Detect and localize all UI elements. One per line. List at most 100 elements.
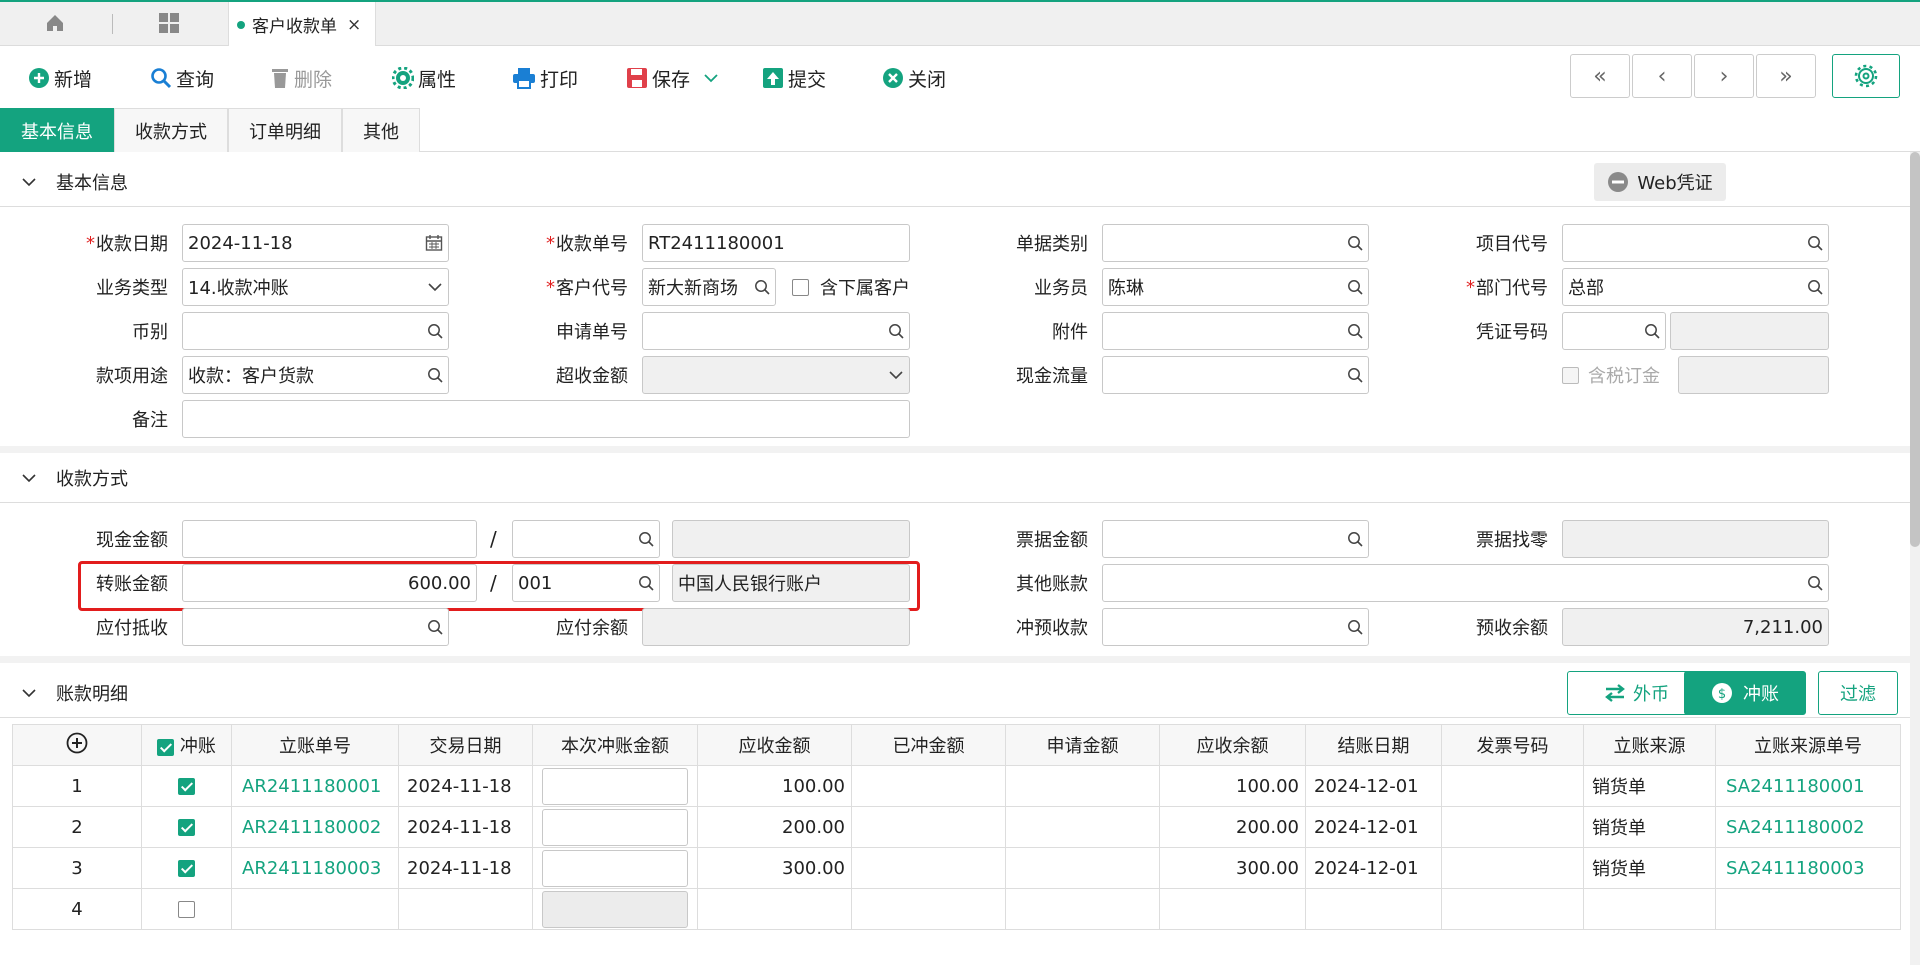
search-icon[interactable] (888, 323, 904, 339)
payment-section-header[interactable]: 收款方式 (0, 453, 1910, 503)
submit-button[interactable]: 提交 (762, 64, 826, 92)
payable-offset-field[interactable] (182, 608, 449, 646)
tab-order-detail[interactable]: 订单明细 (228, 108, 342, 152)
row-offset-checkbox[interactable] (178, 860, 195, 877)
last-record-button[interactable]: » (1756, 54, 1816, 98)
currency-field[interactable] (182, 312, 449, 350)
row-offset-checkbox[interactable] (178, 819, 195, 836)
dept-field[interactable]: 总部 (1562, 268, 1829, 306)
next-record-button[interactable]: › (1694, 54, 1754, 98)
row-offset-cell[interactable] (141, 765, 232, 807)
cash-code-field[interactable] (512, 520, 660, 558)
print-button[interactable]: 打印 (512, 64, 578, 92)
properties-button[interactable]: 属性 (392, 64, 456, 92)
search-icon[interactable] (1807, 279, 1823, 295)
cash-flow-field[interactable] (1102, 356, 1369, 394)
search-icon[interactable] (1807, 235, 1823, 251)
bill-amount-field[interactable] (1102, 520, 1369, 558)
offset-amount-input[interactable] (542, 808, 688, 846)
search-icon[interactable] (1347, 323, 1363, 339)
transfer-amount-field[interactable]: 600.00 (182, 564, 477, 602)
settings-button[interactable] (1832, 54, 1900, 98)
scrollbar-thumb[interactable] (1910, 152, 1920, 547)
search-icon[interactable] (427, 367, 443, 383)
row-offset-cell[interactable] (141, 847, 232, 889)
receipt-date-field[interactable]: 2024-11-18 (182, 224, 449, 262)
offset-amount-cell[interactable] (532, 847, 698, 889)
grid-apps-icon[interactable] (158, 12, 180, 39)
search-icon[interactable] (427, 323, 443, 339)
biz-type-select[interactable]: 14.收款冲账 (182, 268, 449, 306)
save-button[interactable]: 保存 (626, 64, 722, 92)
tax-deposit-checkbox[interactable] (1562, 367, 1579, 384)
query-button[interactable]: 查询 (150, 64, 214, 92)
search-icon[interactable] (1644, 323, 1660, 339)
ar-no-link[interactable]: AR2411180001 (231, 765, 399, 807)
remark-field[interactable] (182, 400, 910, 438)
purpose-field[interactable]: 收款：客户货款 (182, 356, 449, 394)
search-icon[interactable] (754, 279, 770, 295)
select-all-checkbox[interactable] (157, 738, 175, 756)
tab-customer-receipt[interactable]: 客户收款单 × (228, 2, 376, 47)
col-offset[interactable]: 冲账 (141, 724, 232, 766)
over-amount-select[interactable] (642, 356, 910, 394)
search-icon[interactable] (638, 531, 654, 547)
apply-no-field[interactable] (642, 312, 910, 350)
filter-button[interactable]: 过滤 (1818, 671, 1898, 715)
row-offset-checkbox[interactable] (178, 901, 195, 918)
search-icon[interactable] (1347, 531, 1363, 547)
calendar-icon[interactable] (425, 234, 443, 252)
source-no-link[interactable]: SA2411180003 (1715, 847, 1901, 889)
offset-amount-cell[interactable] (532, 765, 698, 807)
offset-amount-input[interactable] (542, 849, 688, 887)
table-row[interactable]: 3 AR2411180003 2024-11-18 300.00 300.00 … (12, 847, 1901, 889)
add-circle-icon[interactable] (66, 732, 88, 754)
project-code-field[interactable] (1562, 224, 1829, 262)
receipt-no-field[interactable]: RT2411180001 (642, 224, 910, 262)
offset-amount-cell[interactable] (532, 888, 698, 930)
search-icon[interactable] (1347, 235, 1363, 251)
tab-payment-method[interactable]: 收款方式 (114, 108, 228, 152)
source-no-link[interactable]: SA2411180002 (1715, 806, 1901, 848)
other-account-field[interactable] (1102, 564, 1829, 602)
delete-button[interactable]: 删除 (270, 64, 332, 92)
prepay-offset-field[interactable] (1102, 608, 1369, 646)
table-row[interactable]: 2 AR2411180002 2024-11-18 200.00 200.00 … (12, 806, 1901, 848)
salesman-field[interactable]: 陈琳 (1102, 268, 1369, 306)
offset-amount-input[interactable] (542, 890, 688, 928)
offset-button[interactable]: $ 冲账 (1684, 671, 1806, 715)
ar-no-link[interactable]: AR2411180003 (231, 847, 399, 889)
web-voucher-button[interactable]: Web凭证 (1594, 163, 1726, 201)
search-icon[interactable] (1347, 367, 1363, 383)
search-icon[interactable] (1347, 619, 1363, 635)
chevron-down-icon[interactable] (888, 370, 904, 380)
search-icon[interactable] (1347, 279, 1363, 295)
tab-basic-info[interactable]: 基本信息 (0, 108, 114, 152)
close-button[interactable]: 关闭 (882, 64, 946, 92)
include-sub-customer-checkbox[interactable] (792, 279, 809, 296)
ar-no-link[interactable] (231, 888, 399, 930)
table-row[interactable]: 1 AR2411180001 2024-11-18 100.00 100.00 … (12, 765, 1901, 807)
attachment-field[interactable] (1102, 312, 1369, 350)
offset-amount-cell[interactable] (532, 806, 698, 848)
voucher-no-field[interactable] (1562, 312, 1666, 350)
search-icon[interactable] (427, 619, 443, 635)
tab-other[interactable]: 其他 (342, 108, 420, 152)
add-button[interactable]: 新增 (28, 64, 92, 92)
doc-type-field[interactable] (1102, 224, 1369, 262)
search-icon[interactable] (1807, 575, 1823, 591)
close-tab-icon[interactable]: × (347, 15, 361, 35)
ar-no-link[interactable]: AR2411180002 (231, 806, 399, 848)
cash-amount-field[interactable] (182, 520, 477, 558)
row-offset-cell[interactable] (141, 888, 232, 930)
chevron-down-icon[interactable] (704, 73, 718, 83)
offset-amount-input[interactable] (542, 767, 688, 805)
add-row-header[interactable] (12, 724, 142, 766)
first-record-button[interactable]: « (1570, 54, 1630, 98)
table-row[interactable]: 4 (12, 888, 1901, 930)
row-offset-checkbox[interactable] (178, 778, 195, 795)
customer-field[interactable]: 新大新商场 (642, 268, 776, 306)
home-icon[interactable] (44, 12, 66, 39)
chevron-down-icon[interactable] (427, 282, 443, 292)
row-offset-cell[interactable] (141, 806, 232, 848)
